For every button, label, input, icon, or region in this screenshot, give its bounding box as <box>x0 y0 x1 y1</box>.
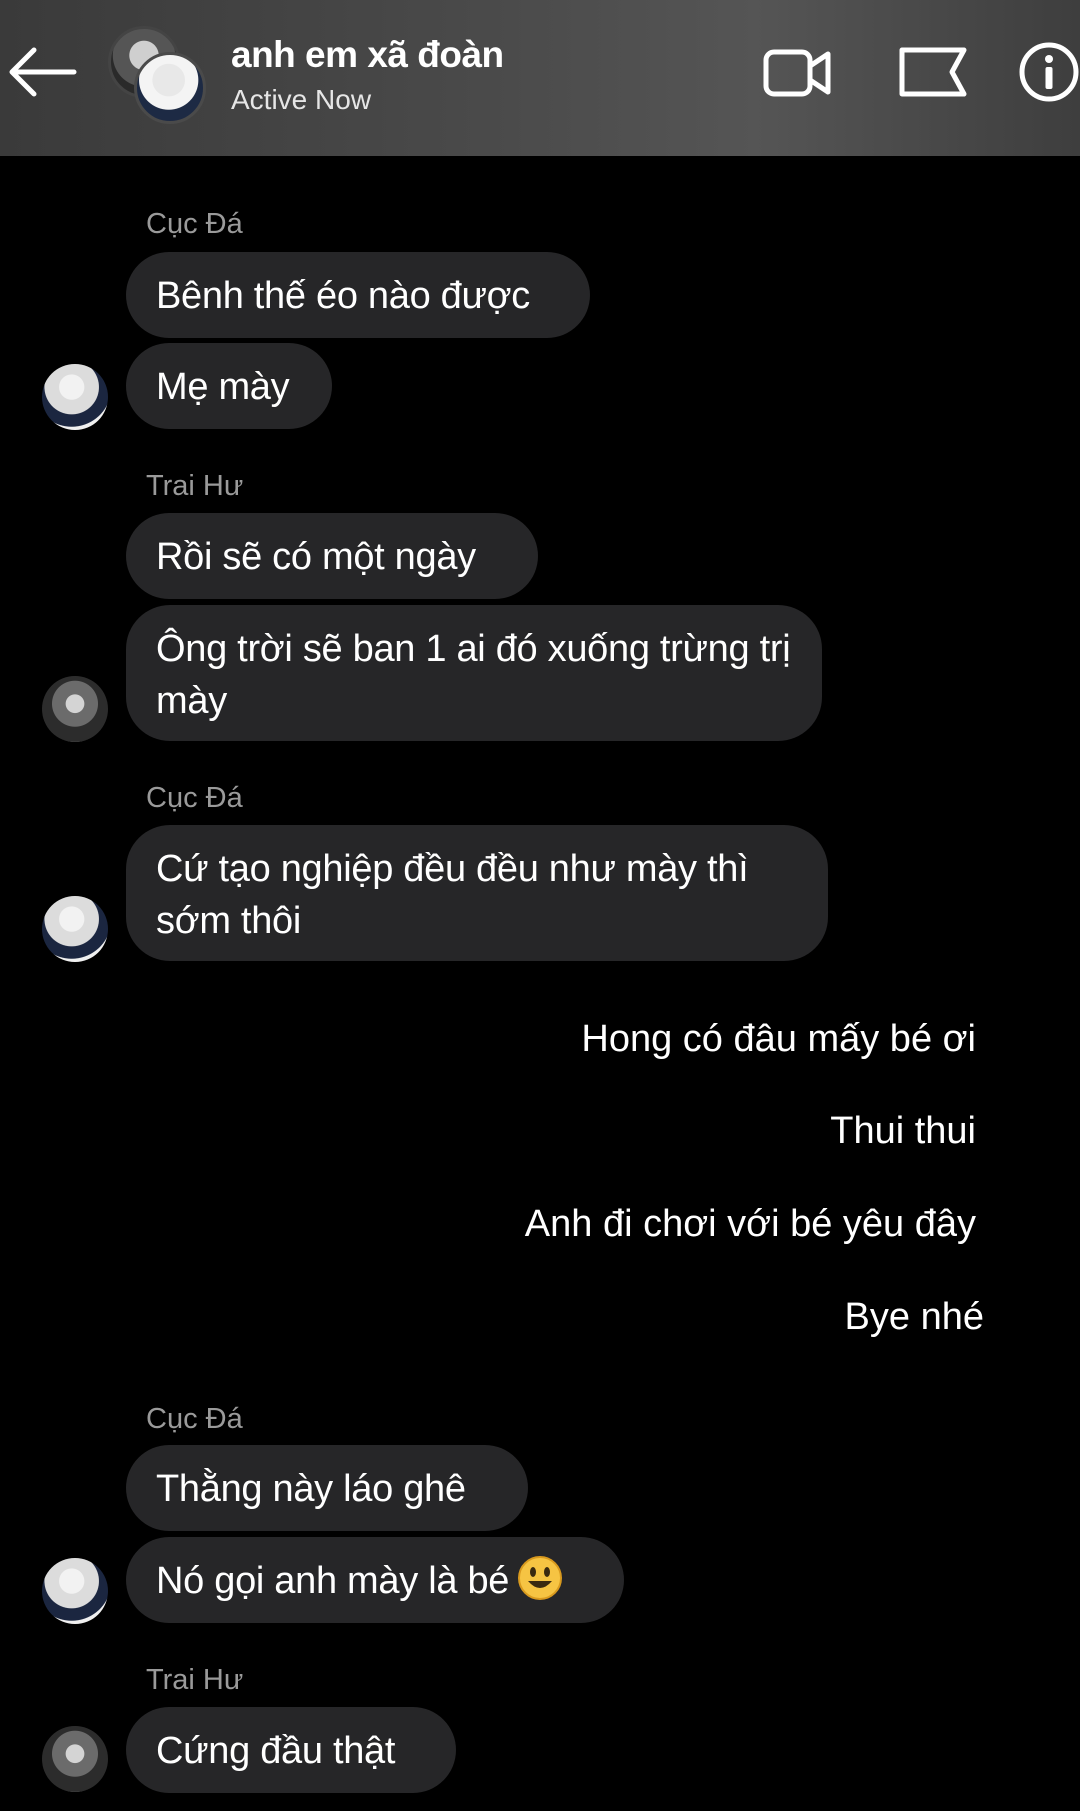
avatar[interactable] <box>42 1726 108 1792</box>
avatar[interactable] <box>42 1558 108 1624</box>
video-call-icon[interactable] <box>762 44 832 102</box>
outgoing-message[interactable]: Bye nhé <box>845 1296 984 1339</box>
message-text: Nó gọi anh mày là bé <box>156 1560 510 1602</box>
sender-name: Cục Đá <box>146 782 243 814</box>
message-bubble[interactable]: Mẹ mày <box>126 343 332 429</box>
sender-name: Cục Đá <box>146 1403 243 1435</box>
outgoing-message[interactable]: Thui thui <box>830 1110 976 1153</box>
message-bubble[interactable]: Rồi sẽ có một ngày <box>126 513 538 599</box>
avatar[interactable] <box>42 896 108 962</box>
sender-name: Trai Hư <box>146 470 244 502</box>
smiley-emoji-icon <box>518 1556 563 1600</box>
chat-title[interactable]: anh em xã đoàn <box>231 34 504 76</box>
avatar[interactable] <box>42 364 108 430</box>
avatar[interactable] <box>42 676 108 742</box>
outgoing-message[interactable]: Hong có đâu mấy bé ơi <box>581 1018 976 1061</box>
sender-name: Trai Hư <box>146 1664 244 1696</box>
info-icon[interactable] <box>1018 41 1080 103</box>
message-bubble[interactable]: Bênh thế éo nào được <box>126 252 590 338</box>
message-bubble[interactable]: Cứ tạo nghiệp đều đều như mày thì sớm th… <box>126 825 828 961</box>
group-avatar[interactable] <box>108 26 206 124</box>
outgoing-message[interactable]: Anh đi chơi với bé yêu đây <box>525 1203 976 1246</box>
flag-icon[interactable] <box>896 44 970 102</box>
avatar <box>134 52 206 124</box>
active-status: Active Now <box>231 84 372 115</box>
back-arrow-icon[interactable] <box>4 42 80 102</box>
message-bubble[interactable]: Nó gọi anh mày là bé <box>126 1537 624 1623</box>
message-bubble[interactable]: Ông trời sẽ ban 1 ai đó xuống trừng trị … <box>126 605 822 741</box>
message-bubble[interactable]: Cứng đầu thật <box>126 1707 456 1793</box>
message-bubble[interactable]: Thằng này láo ghê <box>126 1445 528 1531</box>
sender-name: Cục Đá <box>146 208 243 240</box>
chat-header: anh em xã đoàn Active Now <box>0 0 1080 156</box>
